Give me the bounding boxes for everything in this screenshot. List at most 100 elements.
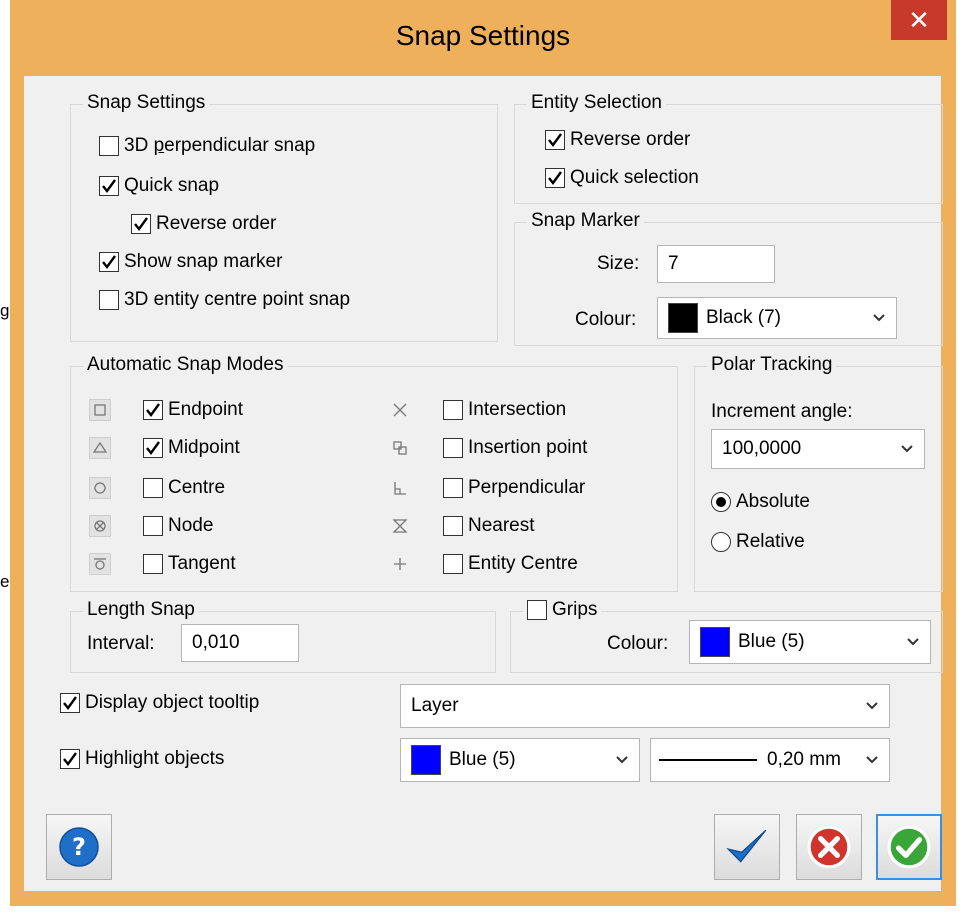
checkbox-box[interactable]	[443, 554, 463, 574]
chevron-down-icon	[873, 314, 885, 322]
checkmark-icon	[134, 217, 148, 231]
radio-circle[interactable]	[711, 532, 731, 552]
checkbox-label: Centre	[168, 477, 226, 498]
insertion-point-checkbox[interactable]: Insertion point	[443, 437, 587, 459]
colour-swatch	[668, 303, 698, 333]
checkmark-icon	[63, 752, 77, 766]
entity-selection-group-title: Entity Selection	[527, 92, 666, 114]
node-checkbox[interactable]: Node	[143, 515, 213, 537]
checkbox-label: Perpendicular	[468, 477, 586, 498]
select-value: 100,0000	[722, 438, 802, 459]
grips-colour-select[interactable]: Blue (5)	[689, 620, 931, 664]
apply-button[interactable]	[714, 814, 780, 880]
quick-selection-checkbox[interactable]: Quick selection	[545, 167, 699, 189]
select-value: Layer	[411, 695, 459, 716]
checkbox-label: Display object tooltip	[85, 692, 260, 713]
display-tooltip-checkbox[interactable]: Display object tooltip	[60, 692, 259, 714]
perpendicular-snap-checkbox[interactable]: 3D perpendicular snap	[99, 135, 315, 157]
checkbox-box[interactable]	[443, 400, 463, 420]
checkbox-label: 3D perpendicular snap	[124, 135, 316, 156]
snap-settings-group-title: Snap Settings	[83, 92, 210, 114]
checkbox-box[interactable]	[60, 693, 80, 713]
nearest-snap-icon	[389, 515, 411, 537]
cancel-button[interactable]	[796, 814, 862, 880]
snap-marker-group-title: Snap Marker	[527, 210, 644, 232]
cancel-icon	[807, 825, 851, 869]
checkbox-box[interactable]	[60, 749, 80, 769]
checkbox-label: Quick selection	[570, 167, 699, 188]
checkbox-box[interactable]	[527, 600, 547, 620]
checkbox-box[interactable]	[143, 400, 163, 420]
node-snap-icon	[89, 515, 111, 537]
tangent-checkbox[interactable]: Tangent	[143, 553, 236, 575]
increment-angle-select[interactable]: 100,0000	[711, 429, 925, 469]
dialog-client-area: Snap Settings 3D perpendicular snap Quic…	[24, 76, 943, 891]
checkbox-box[interactable]	[545, 168, 565, 188]
interval-label: Interval:	[87, 633, 155, 654]
ok-button[interactable]	[876, 814, 942, 880]
select-value: Black (7)	[706, 307, 781, 328]
radio-circle[interactable]	[711, 492, 731, 512]
tangent-snap-icon	[89, 553, 111, 575]
entity-reverse-order-checkbox[interactable]: Reverse order	[545, 129, 690, 151]
marker-colour-select[interactable]: Black (7)	[657, 297, 897, 339]
checkbox-box[interactable]	[443, 478, 463, 498]
background-fragment: g	[0, 301, 10, 320]
entity-centre-checkbox[interactable]: Entity Centre	[443, 553, 578, 575]
highlight-objects-checkbox[interactable]: Highlight objects	[60, 748, 224, 770]
grips-checkbox[interactable]: Grips	[523, 599, 602, 621]
checkbox-box[interactable]	[143, 554, 163, 574]
help-button[interactable]: ?	[46, 814, 112, 880]
checkbox-box[interactable]	[443, 438, 463, 458]
marker-size-input[interactable]: 7	[657, 245, 775, 283]
show-snap-marker-checkbox[interactable]: Show snap marker	[99, 251, 282, 273]
highlight-colour-select[interactable]: Blue (5)	[400, 738, 640, 782]
quick-snap-checkbox[interactable]: Quick snap	[99, 175, 219, 197]
perpendicular-checkbox[interactable]: Perpendicular	[443, 477, 585, 499]
absolute-radio[interactable]: Absolute	[711, 491, 810, 513]
checkmark-icon	[146, 441, 160, 455]
checkbox-box[interactable]	[443, 516, 463, 536]
close-button[interactable]: ✕	[891, 0, 947, 40]
checkbox-label: Intersection	[468, 399, 567, 420]
relative-radio[interactable]: Relative	[711, 531, 805, 553]
checkbox-label: Grips	[552, 599, 598, 620]
checkbox-box[interactable]	[143, 516, 163, 536]
checkbox-label: Tangent	[168, 553, 236, 574]
nearest-checkbox[interactable]: Nearest	[443, 515, 535, 537]
chevron-down-icon	[907, 638, 919, 646]
endpoint-checkbox[interactable]: Endpoint	[143, 399, 243, 421]
svg-text:?: ?	[72, 833, 86, 861]
window-title: Snap Settings	[395, 20, 571, 51]
checkbox-box[interactable]	[143, 438, 163, 458]
midpoint-checkbox[interactable]: Midpoint	[143, 437, 240, 459]
checkbox-label: 3D entity centre point snap	[124, 289, 351, 310]
reverse-order-snap-checkbox[interactable]: Reverse order	[131, 213, 276, 235]
line-sample-icon	[659, 759, 757, 761]
automatic-snap-modes-group: Automatic Snap Modes Endpoint Midpoint C…	[70, 354, 678, 592]
checkbox-box[interactable]	[99, 136, 119, 156]
checkbox-box[interactable]	[143, 478, 163, 498]
square-snap-icon	[89, 399, 111, 421]
length-snap-group: Length Snap Interval: 0,010	[70, 599, 496, 673]
checkbox-box[interactable]	[99, 290, 119, 310]
select-value: Blue (5)	[738, 631, 805, 652]
snap-settings-dialog: Snap Settings ✕ Snap Settings 3D perpend…	[10, 0, 956, 906]
checkbox-label: Reverse order	[570, 129, 691, 150]
checkbox-box[interactable]	[99, 176, 119, 196]
title-bar[interactable]: Snap Settings ✕	[10, 0, 956, 76]
length-snap-group-title: Length Snap	[83, 599, 199, 621]
tooltip-type-select[interactable]: Layer	[400, 684, 890, 728]
intersection-snap-icon	[389, 399, 411, 421]
intersection-checkbox[interactable]: Intersection	[443, 399, 566, 421]
polar-tracking-group-title: Polar Tracking	[707, 354, 837, 376]
centre-point-snap-checkbox[interactable]: 3D entity centre point snap	[99, 289, 350, 311]
lineweight-select[interactable]: 0,20 mm	[650, 738, 890, 782]
checkbox-box[interactable]	[99, 252, 119, 272]
checkbox-box[interactable]	[131, 214, 151, 234]
checkbox-box[interactable]	[545, 130, 565, 150]
grips-group: Grips Colour: Blue (5)	[510, 599, 943, 673]
centre-checkbox[interactable]: Centre	[143, 477, 225, 499]
interval-input[interactable]: 0,010	[181, 624, 299, 662]
radio-label: Absolute	[736, 491, 810, 512]
